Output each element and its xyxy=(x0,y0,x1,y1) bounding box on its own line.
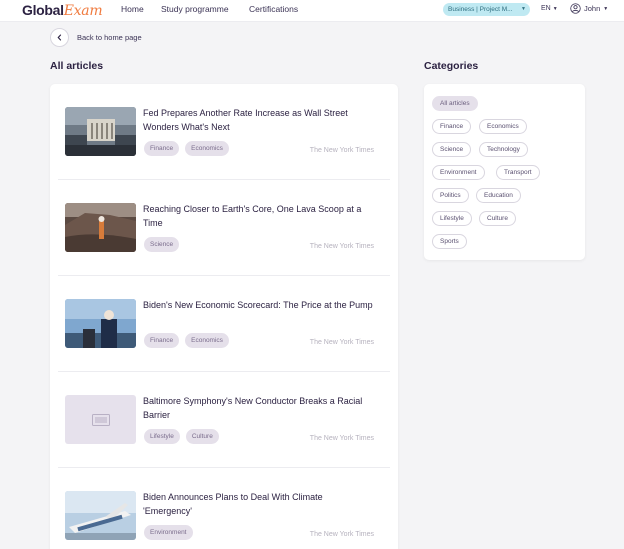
article-tag: Lifestyle xyxy=(144,429,180,444)
image-placeholder-icon xyxy=(91,413,110,426)
user-avatar-icon xyxy=(570,3,581,14)
user-name: John xyxy=(584,4,601,13)
category-chip-culture[interactable]: Culture xyxy=(479,211,516,226)
article-tags: Environment xyxy=(144,525,193,540)
article-tag: Science xyxy=(144,237,180,252)
nav-home[interactable]: Home xyxy=(121,4,144,14)
categories-panel: All articles Finance Economics Science T… xyxy=(424,84,585,260)
chevron-down-icon: ▼ xyxy=(603,5,609,12)
article-tag: Economics xyxy=(185,333,229,348)
article-thumbnail-placeholder xyxy=(65,395,136,444)
category-chip-politics[interactable]: Politics xyxy=(432,188,469,203)
chevron-left-icon xyxy=(57,33,62,41)
article-title[interactable]: Baltimore Symphony's New Conductor Break… xyxy=(143,394,373,422)
article-tag: Finance xyxy=(144,141,180,156)
category-chip-economics[interactable]: Economics xyxy=(479,119,527,134)
language-selector[interactable]: EN ▼ xyxy=(541,5,558,12)
category-chip-transport[interactable]: Transport xyxy=(496,165,540,180)
article-thumbnail xyxy=(65,299,136,348)
article-tags: Lifestyle Culture xyxy=(144,429,219,444)
business-space-label: Business | Project M... xyxy=(448,6,513,13)
article-card[interactable]: Biden's New Economic Scorecard: The Pric… xyxy=(58,276,390,372)
article-tags: Finance Economics xyxy=(144,141,229,156)
article-title[interactable]: Biden Announces Plans to Deal With Clima… xyxy=(143,490,373,518)
chevron-down-icon: ▼ xyxy=(552,6,558,12)
article-tag: Environment xyxy=(144,525,193,540)
article-card[interactable]: Reaching Closer to Earth's Core, One Lav… xyxy=(58,180,390,276)
globalexam-logo[interactable]: GlobalExam xyxy=(22,2,103,19)
article-tags: Science xyxy=(144,237,180,252)
user-menu[interactable]: John ▼ xyxy=(570,3,608,14)
nav-study-programme[interactable]: Study programme xyxy=(161,4,229,14)
back-to-home-link[interactable]: Back to home page xyxy=(50,27,142,47)
category-chip-lifestyle[interactable]: Lifestyle xyxy=(432,211,472,226)
article-source: The New York Times xyxy=(309,531,374,538)
categories-heading: Categories xyxy=(424,60,479,72)
back-button[interactable] xyxy=(50,27,69,47)
article-thumbnail xyxy=(65,107,136,156)
category-chip-all-articles[interactable]: All articles xyxy=(432,96,478,111)
language-label: EN xyxy=(541,5,551,12)
nav-certifications[interactable]: Certifications xyxy=(249,4,298,14)
business-space-selector[interactable]: Business | Project M... ▼ xyxy=(443,3,530,16)
article-source: The New York Times xyxy=(309,339,374,346)
articles-list: Fed Prepares Another Rate Increase as Wa… xyxy=(50,84,398,549)
article-title[interactable]: Fed Prepares Another Rate Increase as Wa… xyxy=(143,106,373,134)
article-source: The New York Times xyxy=(309,435,374,442)
article-title[interactable]: Reaching Closer to Earth's Core, One Lav… xyxy=(143,202,373,230)
category-chip-education[interactable]: Education xyxy=(476,188,521,203)
back-link-label: Back to home page xyxy=(77,32,142,42)
chevron-down-icon: ▼ xyxy=(521,6,526,12)
article-source: The New York Times xyxy=(309,243,374,250)
article-tags: Finance Economics xyxy=(144,333,229,348)
article-source: The New York Times xyxy=(309,147,374,154)
article-tag: Economics xyxy=(185,141,229,156)
article-card[interactable]: Biden Announces Plans to Deal With Clima… xyxy=(58,468,390,549)
article-thumbnail xyxy=(65,491,136,540)
category-chip-environment[interactable]: Environment xyxy=(432,165,485,180)
all-articles-heading: All articles xyxy=(50,60,104,72)
article-tag: Finance xyxy=(144,333,180,348)
article-thumbnail xyxy=(65,203,136,252)
article-tag: Culture xyxy=(185,429,219,444)
article-card[interactable]: Fed Prepares Another Rate Increase as Wa… xyxy=(58,84,390,180)
category-chip-science[interactable]: Science xyxy=(432,142,472,157)
category-chip-technology[interactable]: Technology xyxy=(479,142,528,157)
article-title[interactable]: Biden's New Economic Scorecard: The Pric… xyxy=(143,298,373,312)
article-card[interactable]: Baltimore Symphony's New Conductor Break… xyxy=(58,372,390,468)
category-chip-finance[interactable]: Finance xyxy=(432,119,472,134)
category-chip-sports[interactable]: Sports xyxy=(432,234,467,249)
top-navigation-bar: GlobalExam Home Study programme Certific… xyxy=(0,0,624,22)
